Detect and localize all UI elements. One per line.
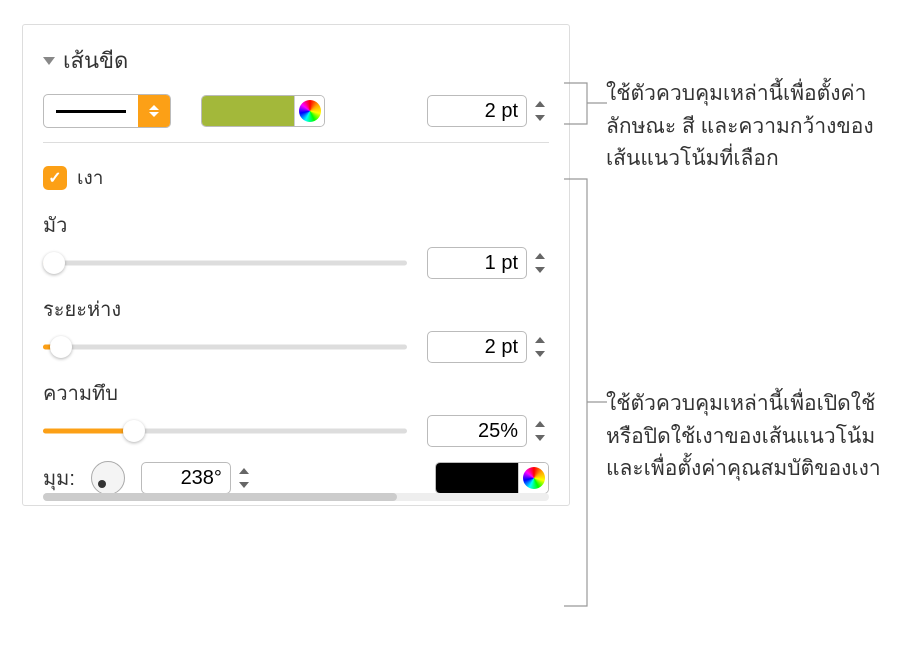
angle-input[interactable] [141, 462, 231, 494]
opacity-input[interactable] [427, 415, 527, 447]
offset-label: ระยะห่าง [43, 293, 549, 325]
caret-up-icon [239, 468, 249, 474]
callout-bracket-icon [563, 178, 607, 608]
angle-dial[interactable] [91, 461, 125, 495]
slider-thumb [43, 252, 65, 274]
slider-thumb [123, 420, 145, 442]
inspector-panel: เส้นขีด ✓ เงา [22, 24, 570, 506]
slider-fill [43, 429, 134, 434]
slider-track [43, 345, 407, 350]
stepper-down-button[interactable] [531, 111, 549, 125]
stepper-down-button[interactable] [235, 478, 253, 492]
caret-down-icon [535, 435, 545, 441]
blur-slider[interactable] [43, 251, 407, 275]
angle-indicator-icon [98, 480, 106, 488]
caret-up-icon [535, 421, 545, 427]
shadow-checkbox-row: ✓ เงา [43, 163, 549, 193]
stepper-up-button[interactable] [531, 249, 549, 263]
stroke-color-swatch[interactable] [202, 96, 294, 126]
slider-thumb [50, 336, 72, 358]
color-picker-button[interactable] [294, 96, 324, 126]
stroke-style-dropdown[interactable] [43, 94, 171, 128]
stepper-up-button[interactable] [531, 417, 549, 431]
stepper-up-button[interactable] [235, 464, 253, 478]
color-picker-button[interactable] [518, 463, 548, 493]
horizontal-scrollbar[interactable] [43, 493, 549, 501]
caret-up-icon [149, 105, 159, 110]
blur-label: มัว [43, 209, 549, 241]
opacity-label: ความทึบ [43, 377, 549, 409]
caret-down-icon [149, 112, 159, 117]
color-wheel-icon [523, 467, 545, 489]
caret-down-icon [535, 267, 545, 273]
section-title: เส้นขีด [63, 43, 128, 78]
stroke-width-field [427, 95, 549, 127]
slider-track [43, 261, 407, 266]
caret-up-icon [535, 101, 545, 107]
caret-down-icon [239, 482, 249, 488]
stroke-width-stepper [531, 97, 549, 125]
annotation-stroke: ใช้ตัวควบคุมเหล่านี้เพื่อตั้งค่าลักษณะ ส… [606, 78, 886, 176]
offset-slider[interactable] [43, 335, 407, 359]
blur-input[interactable] [427, 247, 527, 279]
stroke-color-control [201, 95, 325, 127]
callout-bracket-icon [563, 82, 607, 126]
angle-label: มุม: [43, 462, 75, 494]
stepper-up-button[interactable] [531, 97, 549, 111]
angle-row: มุม: [43, 461, 549, 495]
opacity-slider[interactable] [43, 419, 407, 443]
shadow-checkbox-label: เงา [77, 163, 103, 193]
offset-group: ระยะห่าง [43, 293, 549, 363]
opacity-group: ความทึบ [43, 377, 549, 447]
offset-input[interactable] [427, 331, 527, 363]
caret-up-icon [535, 253, 545, 259]
chevron-down-icon [43, 57, 55, 65]
caret-down-icon [535, 351, 545, 357]
section-header-stroke[interactable]: เส้นขีด [43, 43, 549, 78]
stepper-down-button[interactable] [531, 431, 549, 445]
dropdown-toggle-icon [138, 94, 170, 128]
stroke-controls-row [43, 94, 549, 128]
stroke-preview [44, 95, 138, 127]
divider [43, 142, 549, 143]
blur-group: มัว [43, 209, 549, 279]
shadow-checkbox[interactable]: ✓ [43, 166, 67, 190]
annotation-shadow: ใช้ตัวควบคุมเหล่านี้เพื่อเปิดใช้หรือปิดใ… [606, 388, 886, 486]
caret-down-icon [535, 115, 545, 121]
stepper-down-button[interactable] [531, 263, 549, 277]
color-wheel-icon [299, 100, 321, 122]
shadow-color-control [435, 462, 549, 494]
stepper-down-button[interactable] [531, 347, 549, 361]
shadow-color-swatch[interactable] [436, 463, 518, 493]
stroke-width-input[interactable] [427, 95, 527, 127]
stepper-up-button[interactable] [531, 333, 549, 347]
caret-up-icon [535, 337, 545, 343]
stroke-line-icon [56, 110, 126, 113]
